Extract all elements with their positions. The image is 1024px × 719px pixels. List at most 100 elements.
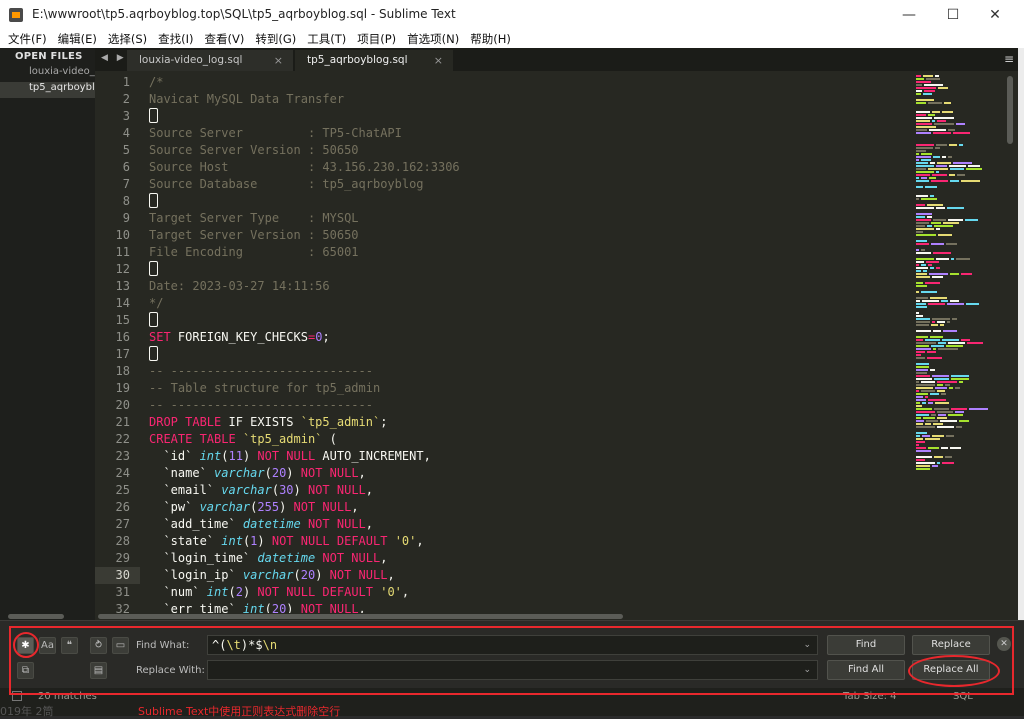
minimap-stripe xyxy=(916,111,930,113)
line-number: 18 xyxy=(115,364,130,378)
code-line[interactable]: CREATE TABLE `tp5_admin` ( xyxy=(149,431,337,448)
code-line[interactable]: `login_time` datetime NOT NULL, xyxy=(149,550,387,567)
sidebar-file-louxia[interactable]: louxia-video_ xyxy=(0,66,95,82)
minimize-button[interactable]: — xyxy=(886,0,932,30)
menu-preferences[interactable]: 首选项(N) xyxy=(407,31,459,47)
code-token: ) xyxy=(293,483,308,497)
code-line[interactable]: `login_ip` varchar(20) NOT NULL, xyxy=(149,567,394,584)
menu-goto[interactable]: 转到(G) xyxy=(255,31,296,47)
menu-project[interactable]: 项目(P) xyxy=(357,31,396,47)
code-line[interactable]: -- ---------------------------- xyxy=(149,397,373,414)
code-token: datetime xyxy=(242,517,301,531)
code-line[interactable]: `err_time` int(20) NOT NULL, xyxy=(149,601,365,613)
code-line[interactable]: SET FOREIGN_KEY_CHECKS=0; xyxy=(149,329,330,346)
code-line[interactable]: Target Server Version : 50650 xyxy=(149,227,359,244)
sidebar-file-tp5[interactable]: tp5_aqrboybl xyxy=(0,82,95,98)
minimap-stripe xyxy=(916,348,931,350)
code-editor[interactable]: 1 2 3 4 5 6 7 8 9 10 11 12 13 14 15 16 17 18 19 20 21 22 23 24 2… xyxy=(95,71,1008,613)
code-token: Date: 2023-03-27 14:11:56 xyxy=(149,279,330,293)
minimap-stripe xyxy=(933,423,943,425)
menu-find[interactable]: 查找(I) xyxy=(158,31,193,47)
scrollbar-thumb[interactable] xyxy=(1007,76,1013,144)
tab-close-icon[interactable]: × xyxy=(274,50,283,71)
code-token: SET xyxy=(149,330,171,344)
minimap-stripe xyxy=(916,150,926,152)
minimap[interactable] xyxy=(913,71,1004,613)
tab-tp5-aqrboyblog[interactable]: tp5_aqrboyblog.sql × xyxy=(295,50,453,71)
minimap-stripe xyxy=(916,99,934,101)
tab-louxia-video-log[interactable]: louxia-video_log.sql × xyxy=(127,50,293,71)
code-line[interactable]: Source Host : 43.156.230.162:3306 xyxy=(149,159,460,176)
tab-close-icon[interactable]: × xyxy=(434,50,443,71)
minimap-stripe xyxy=(934,378,949,380)
tab-menu-icon[interactable]: ≡ xyxy=(1004,52,1014,66)
code-line[interactable] xyxy=(149,346,158,363)
minimap-stripe xyxy=(916,123,932,125)
code-token: -- ---------------------------- xyxy=(149,364,373,378)
minimap-stripe xyxy=(946,345,963,347)
code-line[interactable]: Navicat MySQL Data Transfer xyxy=(149,91,344,108)
code-line[interactable]: `state` int(1) NOT NULL DEFAULT '0', xyxy=(149,533,423,550)
editor-hscroll-thumb[interactable] xyxy=(98,614,623,619)
code-line[interactable]: DROP TABLE IF EXISTS `tp5_admin`; xyxy=(149,414,387,431)
minimap-stripe xyxy=(916,117,932,119)
code-line[interactable] xyxy=(149,312,158,329)
code-line[interactable]: Source Database : tp5_aqrboyblog xyxy=(149,176,424,193)
code-line[interactable]: `add_time` datetime NOT NULL, xyxy=(149,516,373,533)
minimap-stripe xyxy=(934,117,954,119)
annotation-circle-replace-all xyxy=(908,655,1000,687)
code-line[interactable]: Source Server : TP5-ChatAPI xyxy=(149,125,402,142)
code-line[interactable]: -- Table structure for tp5_admin xyxy=(149,380,380,397)
sidebar-hscrollbar[interactable] xyxy=(0,613,95,620)
maximize-button[interactable]: ☐ xyxy=(930,0,976,30)
minimap-stripe xyxy=(931,414,936,416)
minimap-stripe xyxy=(916,462,935,464)
code-line[interactable]: Date: 2023-03-27 14:11:56 xyxy=(149,278,330,295)
code-line[interactable]: File Encoding : 65001 xyxy=(149,244,359,261)
minimap-stripe xyxy=(923,75,933,77)
code-token: */ xyxy=(149,296,164,310)
code-line[interactable]: */ xyxy=(149,295,163,312)
menu-view[interactable]: 查看(V) xyxy=(205,31,245,47)
minimap-stripe xyxy=(916,282,923,284)
menu-selection[interactable]: 选择(S) xyxy=(108,31,147,47)
minimap-stripe xyxy=(938,414,946,416)
code-line[interactable]: `pw` varchar(255) NOT NULL, xyxy=(149,499,358,516)
minimap-stripe xyxy=(916,420,924,422)
minimap-stripe xyxy=(916,390,919,392)
code-line[interactable]: `id` int(11) NOT NULL AUTO_INCREMENT, xyxy=(149,448,430,465)
code-token: ; xyxy=(322,330,330,344)
minimap-stripe xyxy=(922,402,926,404)
minimap-stripe xyxy=(916,426,935,428)
minimap-stripe xyxy=(948,129,955,131)
sidebar-hscroll-thumb[interactable] xyxy=(8,614,64,619)
menu-help[interactable]: 帮助(H) xyxy=(470,31,511,47)
menu-edit[interactable]: 编辑(E) xyxy=(58,31,97,47)
code-line[interactable]: `name` varchar(20) NOT NULL, xyxy=(149,465,365,482)
menu-tools[interactable]: 工具(T) xyxy=(307,31,346,47)
code-line[interactable]: /* xyxy=(149,74,163,91)
minimap-stripe xyxy=(916,441,925,443)
minimap-stripe xyxy=(916,447,926,449)
code-line[interactable]: Target Server Type : MYSQL xyxy=(149,210,359,227)
minimap-stripe xyxy=(916,375,930,377)
code-line[interactable]: -- ---------------------------- xyxy=(149,363,373,380)
minimap-stripe xyxy=(921,264,926,266)
code-line[interactable]: `email` varchar(30) NOT NULL, xyxy=(149,482,373,499)
code-line[interactable]: Source Server Version : 50650 xyxy=(149,142,359,159)
minimap-stripe xyxy=(916,93,921,95)
tab-scroll-arrows[interactable]: ◀ ▶ xyxy=(101,53,127,63)
code-line[interactable] xyxy=(149,261,158,278)
menu-file[interactable]: 文件(F) xyxy=(8,31,47,47)
sidebar: OPEN FILES louxia-video_ tp5_aqrboybl xyxy=(0,48,95,620)
code-line[interactable]: `num` int(2) NOT NULL DEFAULT '0', xyxy=(149,584,409,601)
code-token: `num` xyxy=(149,585,207,599)
code-token: NOT NULL xyxy=(329,568,388,582)
code-token: NOT NULL DEFAULT xyxy=(271,534,388,548)
code-line[interactable] xyxy=(149,193,158,210)
editor-hscrollbar[interactable] xyxy=(95,613,1004,620)
close-window-button[interactable]: ✕ xyxy=(972,0,1018,30)
code-token: ) xyxy=(242,449,258,463)
minimap-stripe xyxy=(937,120,946,122)
code-line[interactable] xyxy=(149,108,158,125)
